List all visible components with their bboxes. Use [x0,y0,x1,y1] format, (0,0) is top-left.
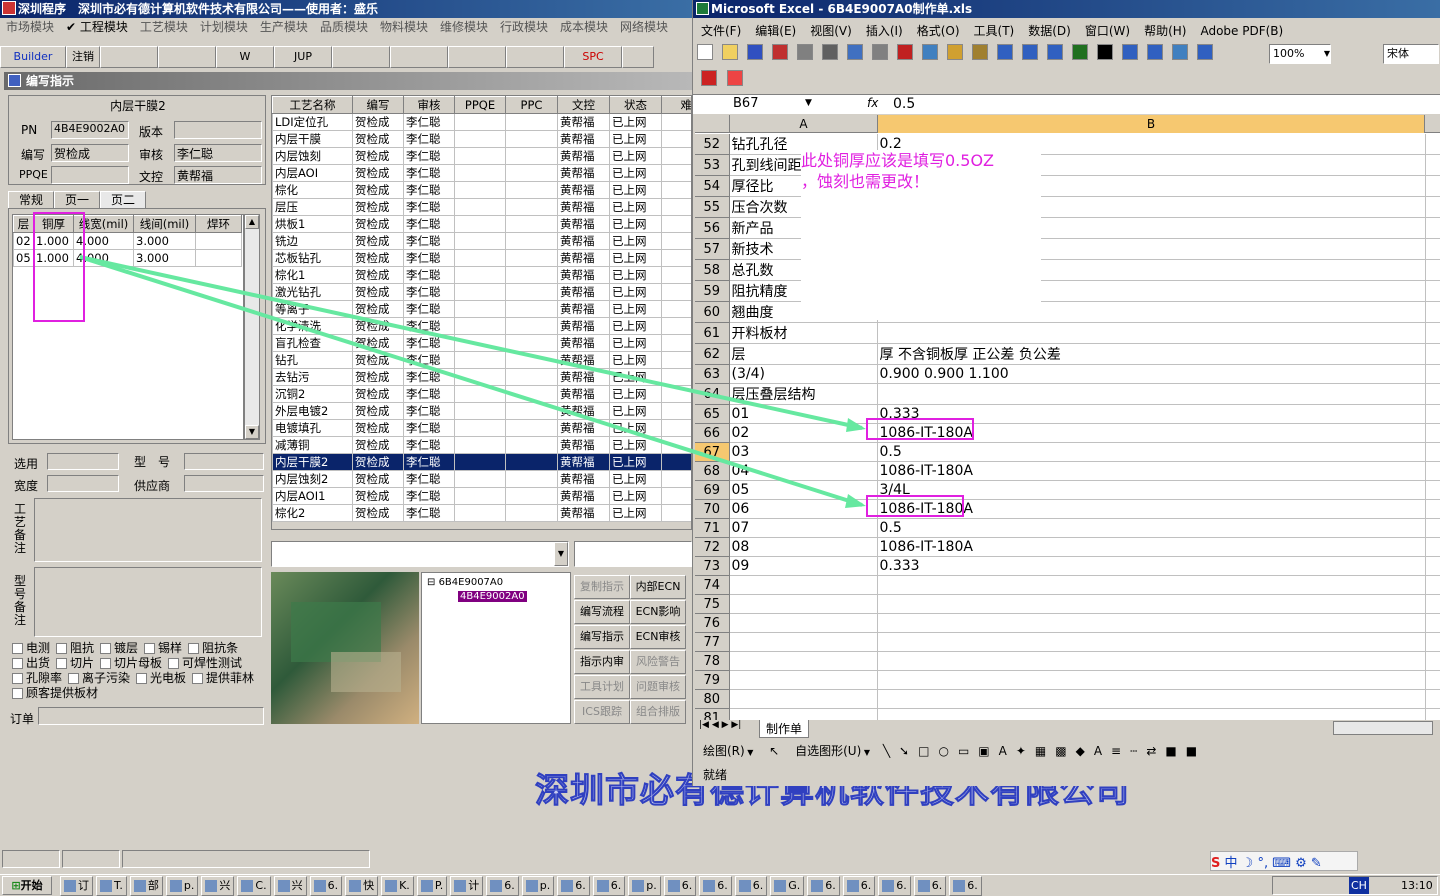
cell-b71-highlight [866,495,964,517]
taskbar-app-icon [490,880,503,892]
arrow-to-row67 [79,255,863,430]
copper-thickness-highlight [33,212,85,322]
taskbar-item-label: P. [434,879,444,892]
clock: 13:10 [1401,879,1433,892]
start-button[interactable]: ⊞开始 [2,876,52,895]
annotation-overlay [79,255,866,508]
taskbar-item[interactable]: p. [521,876,555,896]
taskbar-app-icon [420,880,433,892]
taskbar-item[interactable]: 6. [913,876,947,896]
taskbar-item[interactable]: 计 [450,876,484,896]
taskbar-item[interactable]: 6. [807,876,840,896]
taskbar-app-icon [169,880,182,892]
ime-bar[interactable]: S 中 ☽ °, ⌨ ⚙ ✎ [1210,851,1358,871]
taskbar-item-label: p. [183,879,195,892]
taskbar-item-label: 6. [575,879,586,892]
taskbar-app-icon [64,880,76,892]
taskbar-app-icon [811,880,824,892]
taskbar-item-label: 6. [896,879,907,892]
taskbar-item-label: 6. [825,879,836,892]
taskbar-app-icon [241,880,254,892]
taskbar-item[interactable]: K. [381,876,414,896]
taskbar-app-icon [774,880,787,892]
taskbar-item-label: C. [255,879,267,892]
taskbar-app-icon [703,880,716,892]
taskbar-app-icon [525,880,538,892]
taskbar-item-label: 兴 [291,879,303,892]
taskbar-app-icon [882,880,895,892]
arrow-to-row71 [79,255,863,507]
taskbar-app-icon [738,880,751,892]
taskbar-item[interactable]: P. [416,876,448,896]
taskbar-item[interactable]: 6. [699,876,732,896]
taskbar-app-icon [596,880,609,892]
taskbar-item[interactable]: 6. [734,876,768,896]
taskbar-item[interactable]: 6. [842,876,876,896]
taskbar-item-label: 兴 [219,879,231,892]
taskbar-item[interactable]: 6. [309,876,343,896]
taskbar-app-icon [349,880,362,892]
taskbar-item-label: K. [399,879,410,892]
taskbar-item-label: 6. [752,879,764,892]
taskbar-item[interactable]: 6. [878,876,911,896]
taskbar-item-label: 部 [147,879,159,892]
taskbar-item[interactable]: 部 [129,876,163,896]
taskbar-item-label: 6. [860,879,872,892]
taskbar-item[interactable]: 兴 [201,876,235,896]
taskbar-item-label: p. [646,879,657,892]
system-tray: CH 13:10 [1272,876,1438,895]
taskbar-item[interactable]: 兴 [273,876,307,896]
taskbar-app-icon [953,880,966,892]
taskbar-item-label: 6. [717,879,728,892]
taskbar-item[interactable]: 快 [345,876,379,896]
taskbar-app-icon [205,880,218,892]
taskbar-item[interactable]: 订 [60,876,93,896]
taskbar-app-icon [917,880,930,892]
arrow-head-row67 [846,418,866,432]
lang-indicator[interactable]: CH [1349,877,1369,894]
taskbar-item[interactable]: p. [165,876,199,896]
taskbar-item-label: 快 [363,879,375,892]
taskbar-item[interactable]: T. [96,876,127,896]
taskbar-item-label: 6. [610,879,622,892]
taskbar-app-icon [277,880,290,892]
taskbar-item-label: 6. [504,879,515,892]
taskbar-item-label: G. [788,879,801,892]
taskbar-item-label: 订 [78,879,89,892]
taskbar-item-label: 6. [327,879,339,892]
taskbar-item-label: 计 [468,879,480,892]
arrow-head-row71 [845,494,866,508]
taskbar-item[interactable]: G. [770,876,805,896]
taskbar-item-label: T. [114,879,123,892]
taskbar-item[interactable]: 6. [557,876,590,896]
taskbar-app-icon [133,880,146,892]
taskbar-app-icon [100,880,112,892]
taskbar-app-icon [846,880,859,892]
taskbar-item[interactable]: 6. [663,876,697,896]
cell-b67-highlight [866,418,974,440]
taskbar-app-icon [454,880,467,892]
taskbar-item-label: 6. [967,879,978,892]
taskbar-item[interactable]: C. [237,876,271,896]
taskbar-item-label: 6. [931,879,943,892]
taskbar-item[interactable]: 6. [949,876,982,896]
taskbar-app-icon [667,880,680,892]
taskbar-item[interactable]: 6. [592,876,626,896]
taskbar: ⊞开始 订 T. 部 p. 兴 C. 兴 6. 快 K. P. 计 6. p. 6. 6. p. 6. 6. 6. G.… [0,874,1440,896]
taskbar-item-label: 6. [681,879,693,892]
taskbar-app-icon [561,880,574,892]
taskbar-app-icon [385,880,398,892]
taskbar-app-icon [313,880,326,892]
taskbar-item[interactable]: 6. [486,876,519,896]
taskbar-app-icon [632,880,645,892]
taskbar-item-label: p. [539,879,551,892]
taskbar-item[interactable]: p. [628,876,661,896]
